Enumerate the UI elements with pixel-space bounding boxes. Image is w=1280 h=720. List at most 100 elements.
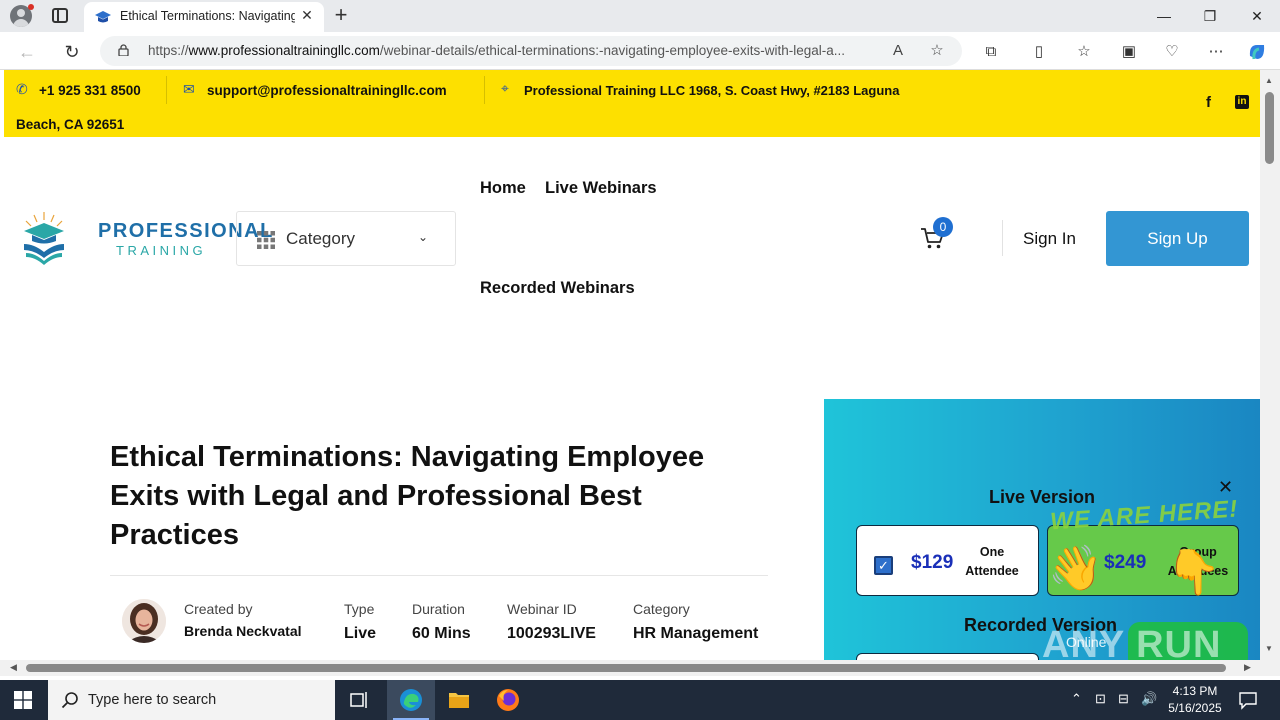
divider bbox=[166, 76, 167, 104]
webinar-id-value: 100293LIVE bbox=[507, 625, 596, 642]
tray-overflow-icon[interactable]: ⌃ bbox=[1071, 691, 1082, 707]
nav-home[interactable]: Home bbox=[480, 179, 526, 198]
windows-start-icon[interactable] bbox=[14, 691, 32, 709]
address-bar[interactable]: https://www.professionaltrainingllc.com/… bbox=[100, 36, 962, 66]
tab-close-icon[interactable]: ✕ bbox=[299, 7, 315, 23]
category-meta-label: Category bbox=[633, 601, 690, 617]
search-icon bbox=[61, 692, 78, 709]
extensions-icon[interactable]: ⧉ bbox=[980, 41, 1002, 63]
divider bbox=[1002, 220, 1003, 256]
system-clock[interactable]: 4:13 PM 5/16/2025 bbox=[1164, 683, 1226, 717]
scrollbar-corner bbox=[1260, 660, 1280, 676]
scroll-left-icon[interactable]: ◀ bbox=[10, 662, 17, 673]
refresh-button[interactable]: ↻ bbox=[61, 41, 83, 63]
duration-label: Duration bbox=[412, 601, 465, 617]
contact-bar: ✆ +1 925 331 8500 ✉ support@professional… bbox=[4, 70, 1260, 137]
type-label: Type bbox=[344, 601, 375, 617]
scroll-right-icon[interactable]: ▶ bbox=[1244, 662, 1251, 673]
contact-phone[interactable]: +1 925 331 8500 bbox=[39, 83, 141, 98]
horizontal-scroll-thumb[interactable] bbox=[26, 664, 1226, 672]
restore-button[interactable]: ❐ bbox=[1198, 6, 1222, 26]
more-menu-icon[interactable]: ⋯ bbox=[1205, 41, 1227, 63]
duration-value: 60 Mins bbox=[412, 625, 471, 642]
option-recorded[interactable] bbox=[856, 653, 1039, 660]
edge-taskbar-icon[interactable] bbox=[387, 680, 435, 720]
contact-address-line2: Beach, CA 92651 bbox=[16, 117, 125, 132]
browser-toolbar: ← ↻ https://www.professionaltrainingllc.… bbox=[0, 32, 1280, 70]
minimize-button[interactable]: — bbox=[1152, 6, 1176, 26]
instructor-avatar bbox=[122, 599, 166, 643]
vertical-scroll-thumb[interactable] bbox=[1265, 92, 1274, 164]
instructor-name[interactable]: Brenda Neckvatal bbox=[184, 623, 302, 639]
option-group-attendees[interactable]: $249 Group Attendees bbox=[1047, 525, 1239, 596]
read-aloud-icon[interactable]: A bbox=[888, 41, 908, 61]
notification-center-icon[interactable] bbox=[1238, 690, 1258, 710]
grid-icon bbox=[257, 231, 275, 249]
category-label: Category bbox=[286, 229, 355, 248]
category-dropdown[interactable]: Category ⌄ bbox=[236, 211, 456, 266]
logo-emblem-icon bbox=[24, 212, 64, 265]
tray-device-icon[interactable]: ⊡ bbox=[1095, 691, 1106, 707]
task-view-icon[interactable] bbox=[336, 680, 384, 720]
divider bbox=[484, 76, 485, 104]
live-version-heading: Live Version bbox=[989, 487, 1096, 507]
contact-address-line1: Professional Training LLC 1968, S. Coast… bbox=[524, 83, 900, 98]
horizontal-scrollbar[interactable]: ◀ ▶ bbox=[0, 660, 1260, 676]
clock-time: 4:13 PM bbox=[1172, 684, 1218, 698]
graduation-cap-icon bbox=[95, 11, 111, 23]
checkbox-checked[interactable]: ✓ bbox=[874, 556, 893, 575]
webinar-title: Ethical Terminations: Navigating Employe… bbox=[110, 441, 705, 551]
page-viewport: ✆ +1 925 331 8500 ✉ support@professional… bbox=[4, 70, 1260, 660]
scroll-up-icon[interactable]: ▲ bbox=[1265, 76, 1273, 85]
option-group-price: $249 bbox=[1104, 552, 1147, 573]
volume-icon[interactable]: 🔊 bbox=[1141, 691, 1157, 707]
phone-icon: ✆ bbox=[16, 81, 28, 97]
webinar-id-label: Webinar ID bbox=[507, 601, 577, 617]
vertical-scrollbar[interactable]: ▲ ▼ bbox=[1260, 70, 1280, 660]
option-one-attendee[interactable]: ✓ $129 One Attendee bbox=[856, 525, 1039, 596]
linkedin-icon[interactable]: in bbox=[1235, 95, 1249, 109]
performance-icon[interactable]: ♡ bbox=[1161, 41, 1183, 63]
back-button[interactable]: ← bbox=[16, 41, 38, 63]
recorded-version-heading: Recorded Version bbox=[964, 615, 1118, 635]
nav-live-webinars[interactable]: Live Webinars bbox=[545, 179, 657, 198]
logo-text-secondary: TRAINING bbox=[116, 243, 207, 258]
taskbar-search[interactable]: Type here to search bbox=[48, 680, 335, 720]
option-group-desc: Group Attendees bbox=[1167, 545, 1229, 578]
pricing-panel: Live Version ✕ ✓ $129 One Attendee $249 … bbox=[824, 399, 1260, 660]
contact-email[interactable]: support@professionaltrainingllc.com bbox=[207, 83, 447, 98]
scroll-down-icon[interactable]: ▼ bbox=[1265, 644, 1273, 653]
type-value: Live bbox=[344, 625, 377, 642]
facebook-icon[interactable]: f bbox=[1206, 94, 1211, 111]
file-explorer-icon[interactable] bbox=[435, 680, 483, 720]
new-tab-button[interactable]: + bbox=[330, 3, 352, 27]
copilot-icon[interactable] bbox=[1246, 41, 1268, 63]
divider bbox=[110, 575, 768, 576]
tab-actions-icon[interactable] bbox=[52, 8, 68, 23]
sign-in-link[interactable]: Sign In bbox=[1023, 229, 1076, 249]
browser-tab-active[interactable]: Ethical Terminations: Navigating ✕ bbox=[84, 2, 324, 32]
option-one-desc: One Attendee bbox=[965, 545, 1019, 578]
collections-icon[interactable]: ▣ bbox=[1118, 41, 1140, 63]
clock-date: 5/16/2025 bbox=[1168, 701, 1222, 715]
network-icon[interactable]: ⊟ bbox=[1118, 691, 1129, 707]
category-meta-value[interactable]: HR Management bbox=[633, 625, 758, 643]
close-icon[interactable]: ✕ bbox=[1218, 477, 1233, 498]
tab-title: Ethical Terminations: Navigating bbox=[120, 9, 295, 23]
favorites-icon[interactable]: ☆ bbox=[1073, 41, 1095, 63]
firefox-icon[interactable] bbox=[484, 680, 532, 720]
windows-taskbar: Type here to search ⌃ ⊡ ⊟ 🔊 4:13 PM 5/16… bbox=[0, 680, 1280, 720]
cart-count-badge: 0 bbox=[933, 217, 953, 237]
nav-recorded-webinars[interactable]: Recorded Webinars bbox=[480, 279, 635, 298]
mail-icon: ✉ bbox=[183, 81, 195, 97]
split-screen-icon[interactable]: ▯ bbox=[1028, 41, 1050, 63]
url-prefix: https:// bbox=[148, 43, 189, 58]
url-text: https://www.professionaltrainingllc.com/… bbox=[148, 43, 878, 58]
sign-up-button[interactable]: Sign Up bbox=[1106, 211, 1249, 266]
site-logo[interactable]: PROFESSIONAL TRAINING bbox=[20, 210, 272, 268]
notification-dot bbox=[28, 4, 34, 10]
close-window-button[interactable]: ✕ bbox=[1245, 6, 1269, 26]
favorite-star-icon[interactable]: ☆ bbox=[927, 41, 947, 61]
lock-icon bbox=[118, 44, 129, 56]
chevron-down-icon: ⌄ bbox=[418, 230, 429, 244]
